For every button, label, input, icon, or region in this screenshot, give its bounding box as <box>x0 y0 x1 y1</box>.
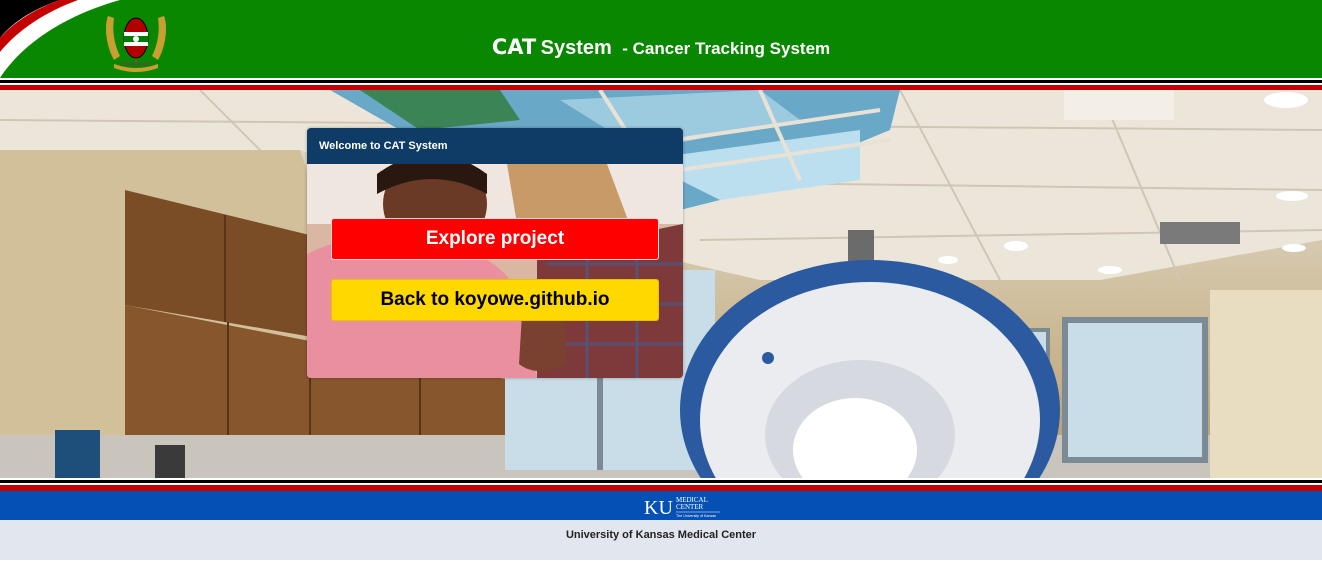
welcome-card: Welcome to CAT System Explore project Ba… <box>307 128 683 378</box>
site-header: CAT System - Cancer Tracking System <box>0 0 1322 78</box>
ku-medical-center-logo[interactable]: KU MEDICAL CENTER The University of Kans… <box>644 494 724 518</box>
flag-stripes-bottom <box>0 478 1322 491</box>
footer-text: University of Kansas Medical Center <box>565 529 757 541</box>
welcome-card-title: Welcome to CAT System <box>307 128 683 164</box>
ku-logo-line2: CENTER <box>676 503 704 511</box>
back-to-github-button[interactable]: Back to koyowe.github.io <box>331 279 659 321</box>
ku-logo-letters: KU <box>644 497 673 518</box>
brand-subtitle: - Cancer Tracking System <box>622 39 831 58</box>
card-photo <box>307 164 683 378</box>
page-title: CAT System - Cancer Tracking System <box>0 35 1322 60</box>
brand-name: CAT <box>491 35 537 59</box>
explore-project-button[interactable]: Explore project <box>331 218 659 260</box>
brand-system: System <box>540 37 612 59</box>
ku-logo-line3: The University of Kansas <box>676 514 716 518</box>
flag-stripes-top <box>0 78 1322 90</box>
